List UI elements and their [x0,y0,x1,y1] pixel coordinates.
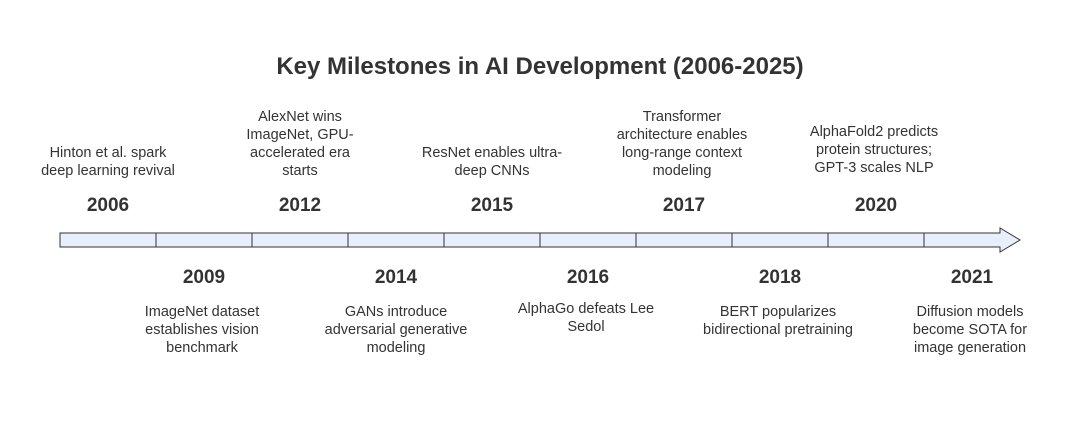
milestone-year-2016: 2016 [566,267,610,288]
milestone-year-2015: 2015 [470,195,514,216]
milestone-year-2021: 2021 [950,267,994,288]
milestone-description-2017: Transformer architecture enables long-ra… [616,109,748,179]
milestone-year-2018: 2018 [758,267,802,288]
milestone-description-2015: ResNet enables ultra-deep CNNs [421,145,563,179]
milestone-description-2016: AlphaGo defeats Lee Sedol [517,301,655,335]
milestone-year-2012: 2012 [278,195,322,216]
milestone-description-2020: AlphaFold2 predicts protein structures; … [809,124,939,176]
milestone-description-2012: AlexNet wins ImageNet, GPU-accelerated e… [246,109,354,179]
milestone-year-2020: 2020 [854,195,898,216]
milestone-year-2006: 2006 [86,195,130,216]
milestone-description-2014: GANs introduce adversarial generative mo… [324,304,468,356]
milestone-description-2009: ImageNet dataset establishes vision benc… [144,304,260,356]
milestone-description-2018: BERT popularizes bidirectional pretraini… [703,304,853,338]
milestone-year-2014: 2014 [374,267,418,288]
milestone-year-2009: 2009 [182,267,226,288]
milestone-description-2021: Diffusion models become SOTA for image g… [912,304,1028,356]
milestone-year-2017: 2017 [662,195,706,216]
milestone-description-2006: Hinton et al. spark deep learning reviva… [41,145,175,179]
